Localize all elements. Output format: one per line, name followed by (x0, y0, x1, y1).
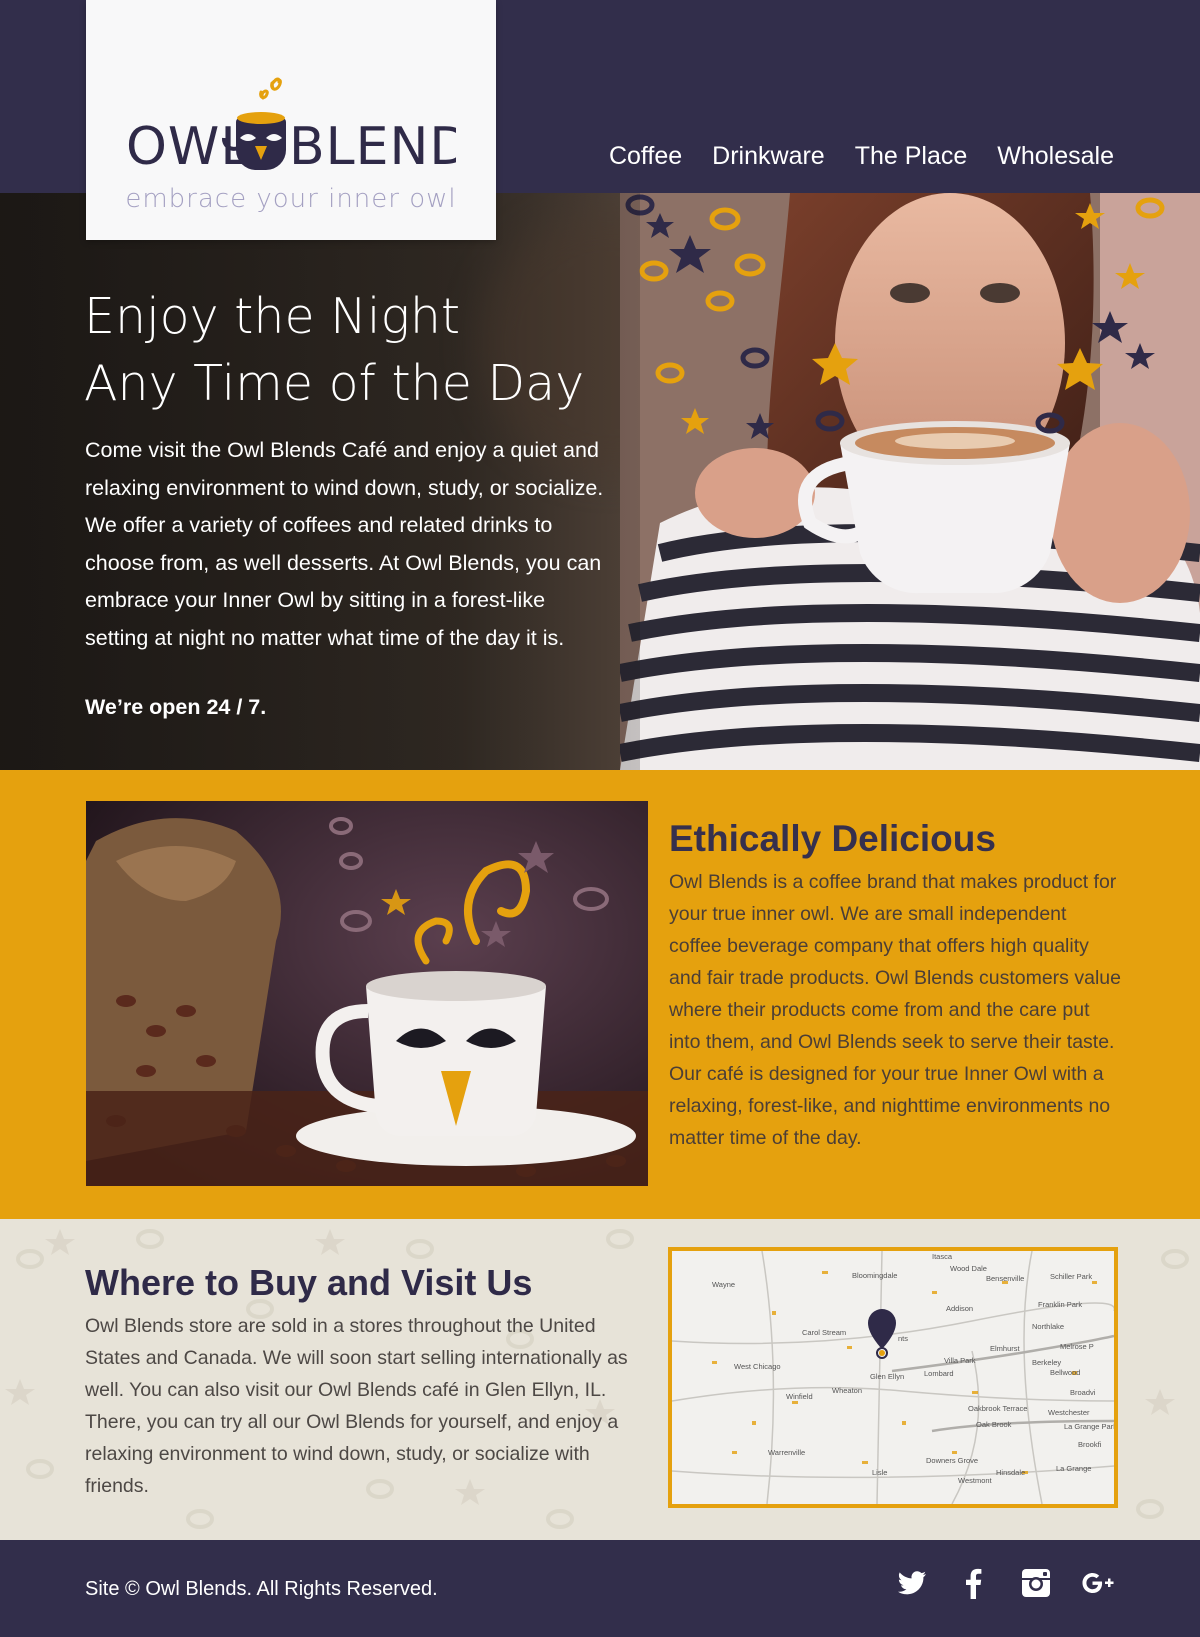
map-label: Warrenville (768, 1448, 805, 1457)
facebook-icon[interactable] (958, 1567, 990, 1599)
main-nav: Coffee Drinkware The Place Wholesale (609, 142, 1114, 171)
map-label: Brookfi (1078, 1440, 1102, 1449)
map-graphic: Itasca Wood Dale Bensenville Schiller Pa… (672, 1251, 1114, 1504)
map-label: Bloomingdale (852, 1271, 897, 1280)
map-label: Glen Ellyn (870, 1372, 904, 1381)
map-label: Wood Dale (950, 1264, 987, 1273)
ethic-title: Ethically Delicious (669, 818, 996, 859)
hero-open-hours: We’re open 24 / 7. (85, 695, 267, 719)
map-label: Schiller Park (1050, 1272, 1092, 1281)
twitter-icon[interactable] (896, 1567, 928, 1599)
hero-photo-woman-drinking-coffee (620, 193, 1200, 770)
social-links (896, 1567, 1114, 1599)
map-label: Berkeley (1032, 1358, 1061, 1367)
map-label: La Grange (1056, 1464, 1091, 1473)
nav-wholesale[interactable]: Wholesale (997, 142, 1114, 171)
hero-description: Come visit the Owl Blends Café and enjoy… (85, 438, 604, 650)
map-label: West Chicago (734, 1362, 781, 1371)
visit-description: Owl Blends store are sold in a stores th… (85, 1315, 628, 1497)
map-label: Westmont (958, 1476, 993, 1485)
map-label: Oak Brook (976, 1420, 1012, 1429)
map-label: Hinsdale (996, 1468, 1025, 1477)
map-label: Melrose P (1060, 1342, 1094, 1351)
map-label: Oakbrook Terrace (968, 1404, 1027, 1413)
hero-title-line1: Enjoy the Night (84, 288, 461, 345)
logo-card[interactable]: OWL BLENDS embrace your inner owl (86, 0, 496, 240)
nav-drinkware[interactable]: Drinkware (712, 142, 825, 171)
copyright-text: Site © Owl Blends. All Rights Reserved. (85, 1578, 438, 1600)
visit-title: Where to Buy and Visit Us (85, 1262, 533, 1303)
map-label: Itasca (932, 1252, 953, 1261)
google-plus-icon[interactable] (1082, 1567, 1114, 1599)
store-location-map[interactable]: Itasca Wood Dale Bensenville Schiller Pa… (668, 1247, 1118, 1508)
map-label: Villa Park (944, 1356, 976, 1365)
nav-the-place[interactable]: The Place (855, 142, 968, 171)
map-label: Bensenville (986, 1274, 1024, 1283)
map-label: Bellwood (1050, 1368, 1080, 1377)
map-label: nts (898, 1334, 908, 1343)
map-label: Lombard (924, 1369, 954, 1378)
instagram-icon[interactable] (1020, 1567, 1052, 1599)
map-label: Carol Stream (802, 1328, 846, 1337)
map-label: Westchester (1048, 1408, 1090, 1417)
map-label: Wayne (712, 1280, 735, 1289)
map-label: Broadvi (1070, 1388, 1096, 1397)
hero-title-line2: Any Time of the Day (84, 355, 585, 412)
map-label: Northlake (1032, 1322, 1064, 1331)
ethic-description: Owl Blends is a coffee brand that makes … (669, 871, 1121, 1149)
map-label: Elmhurst (990, 1344, 1021, 1353)
map-label: Downers Grove (926, 1456, 978, 1465)
owl-mug-coffee-beans-image (86, 801, 648, 1186)
owl-blends-logo: OWL BLENDS (126, 77, 456, 176)
map-label: Franklin Park (1038, 1300, 1082, 1309)
tagline: embrace your inner owl (125, 184, 457, 214)
map-label: Lisle (872, 1468, 887, 1477)
svg-text:BLENDS: BLENDS (289, 117, 456, 176)
map-label: Winfield (786, 1392, 813, 1401)
map-label: La Grange Park (1064, 1422, 1114, 1431)
nav-coffee[interactable]: Coffee (609, 142, 682, 171)
svg-text:OWL: OWL (126, 117, 250, 176)
hero-title: Enjoy the Night Any Time of the Day (84, 283, 644, 417)
map-label: Wheaton (832, 1386, 862, 1395)
map-label: Addison (946, 1304, 973, 1313)
